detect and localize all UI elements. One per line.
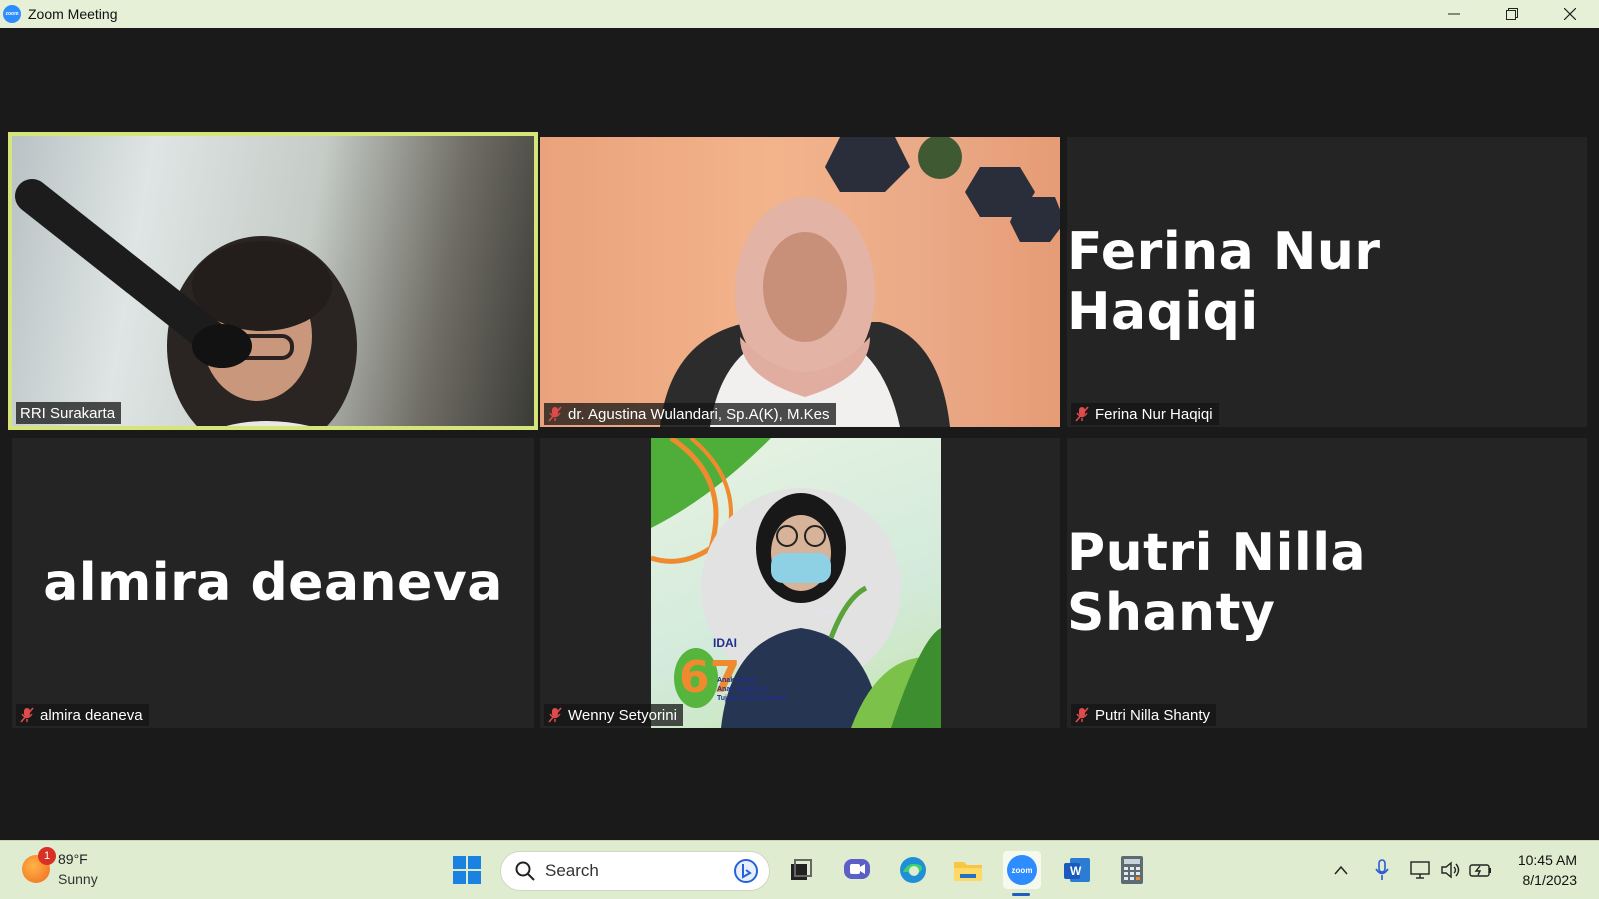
restore-icon	[1506, 8, 1518, 20]
network-icon	[1410, 861, 1430, 879]
close-icon	[1564, 8, 1576, 20]
zoom-icon-text: zoom	[1011, 865, 1033, 875]
clock-time: 10:45 AM	[1517, 852, 1577, 868]
poster-logo-text: IDAI	[713, 636, 737, 650]
minimize-button[interactable]	[1425, 0, 1483, 28]
word-icon-text: W	[1070, 864, 1082, 878]
zoom-app-icon: zoom	[3, 5, 21, 23]
chevron-up-icon	[1334, 865, 1348, 875]
participant-tile-ferina[interactable]: Ferina Nur Haqiqi Ferina Nur Haqiqi	[1067, 137, 1587, 427]
participant-tile-almira[interactable]: almira deaneva almira deaneva	[12, 438, 534, 728]
weather-widget[interactable]: 1 89°F Sunny	[22, 847, 98, 889]
teams-chat-icon	[844, 859, 870, 879]
task-view-icon	[791, 859, 812, 880]
weather-condition: Sunny	[58, 871, 98, 887]
participant-name: Wenny Setyorini	[568, 706, 677, 724]
zoom-taskbar-button[interactable]: zoom	[1003, 851, 1041, 889]
network-tray-button[interactable]	[1408, 855, 1434, 885]
muted-microphone-icon	[548, 707, 562, 723]
poster-tagline-line: Tujuan Kita Bersama	[717, 695, 787, 702]
participant-tile-rri-surakarta[interactable]: RRI Surakarta	[8, 132, 538, 430]
participant-name-label: Putri Nilla Shanty	[1071, 704, 1217, 726]
jacket-text: PEDIATRI	[811, 610, 839, 616]
search-placeholder: Search	[545, 861, 599, 880]
folder-icon	[954, 862, 982, 881]
volume-icon	[1441, 861, 1460, 879]
poster-tagline-line: Anak Sehat,	[717, 677, 758, 684]
participant-tile-agustina[interactable]: dr. Agustina Wulandari, Sp.A(K), M.Kes	[540, 137, 1060, 427]
microphone-tray-button[interactable]	[1370, 855, 1394, 885]
muted-microphone-icon	[1075, 406, 1089, 422]
calculator-button[interactable]	[1113, 851, 1151, 889]
participant-tile-wenny[interactable]: IDAI 67 Anak Sehat, Anak Sejahtera, Tuju…	[540, 438, 1060, 728]
file-explorer-button[interactable]	[949, 851, 987, 889]
weather-sun-icon: 1	[22, 847, 56, 883]
participant-name-label: Wenny Setyorini	[544, 704, 683, 726]
minimize-icon	[1448, 13, 1460, 15]
participant-video	[15, 179, 357, 426]
word-button[interactable]: W	[1058, 851, 1096, 889]
window-title: Zoom Meeting	[28, 6, 118, 22]
search-icon	[515, 861, 535, 881]
window-controls	[1425, 0, 1599, 28]
participant-profile-picture: IDAI 67 Anak Sehat, Anak Sejahtera, Tuju…	[651, 438, 941, 728]
participant-name-label: dr. Agustina Wulandari, Sp.A(K), M.Kes	[544, 403, 836, 425]
participant-name-label: RRI Surakarta	[16, 402, 122, 424]
battery-tray-button[interactable]	[1468, 855, 1494, 885]
title-bar: zoom Zoom Meeting	[0, 0, 1599, 28]
task-view-button[interactable]	[782, 851, 820, 889]
volume-tray-button[interactable]	[1438, 855, 1464, 885]
clock-date: 8/1/2023	[1522, 872, 1578, 888]
participant-name: RRI Surakarta	[20, 404, 116, 422]
participant-name-label: Ferina Nur Haqiqi	[1071, 403, 1219, 425]
participant-name: Ferina Nur Haqiqi	[1095, 405, 1213, 423]
microphone-icon	[1375, 859, 1389, 880]
poster-tagline-line: Anak Sejahtera,	[717, 686, 770, 693]
taskbar-clock[interactable]: 10:45 AM 8/1/2023	[1518, 850, 1577, 890]
participant-display-name: Putri Nilla Shanty	[1067, 523, 1367, 643]
battery-charging-icon	[1469, 864, 1491, 877]
edge-browser-button[interactable]	[894, 851, 932, 889]
windows-taskbar: 1 89°F Sunny Search zoom W 10:45 AM 8/1/…	[0, 840, 1599, 899]
windows-start-icon	[453, 856, 481, 884]
participant-name: dr. Agustina Wulandari, Sp.A(K), M.Kes	[568, 405, 830, 423]
edge-icon	[900, 857, 926, 883]
start-button[interactable]	[448, 851, 486, 889]
participant-video	[660, 137, 1060, 427]
notification-badge: 1	[38, 847, 56, 865]
muted-microphone-icon	[548, 406, 562, 422]
restore-button[interactable]	[1483, 0, 1541, 28]
participant-name-label: almira deaneva	[16, 704, 149, 726]
bing-chat-icon[interactable]	[733, 858, 759, 884]
participant-tile-putri[interactable]: Putri Nilla Shanty Putri Nilla Shanty	[1067, 438, 1587, 728]
teams-chat-button[interactable]	[838, 851, 876, 889]
taskbar-search[interactable]: Search	[500, 851, 770, 891]
close-button[interactable]	[1541, 0, 1599, 28]
muted-microphone-icon	[20, 707, 34, 723]
calculator-icon	[1121, 856, 1143, 884]
participant-name: Putri Nilla Shanty	[1095, 706, 1211, 724]
weather-temperature: 89°F	[58, 851, 88, 867]
participant-display-name: Ferina Nur Haqiqi	[1067, 222, 1381, 342]
participant-name: almira deaneva	[40, 706, 143, 724]
show-hidden-icons-button[interactable]	[1330, 855, 1352, 885]
muted-microphone-icon	[1075, 707, 1089, 723]
active-app-indicator	[1012, 893, 1030, 896]
meeting-video-grid: RRI Surakarta dr. Agustina Wulandari, Sp…	[0, 28, 1599, 840]
poster-tagline: Anak Sehat, Anak Sejahtera, Tujuan Kita …	[717, 676, 786, 703]
participant-display-name: almira deaneva	[43, 553, 503, 613]
